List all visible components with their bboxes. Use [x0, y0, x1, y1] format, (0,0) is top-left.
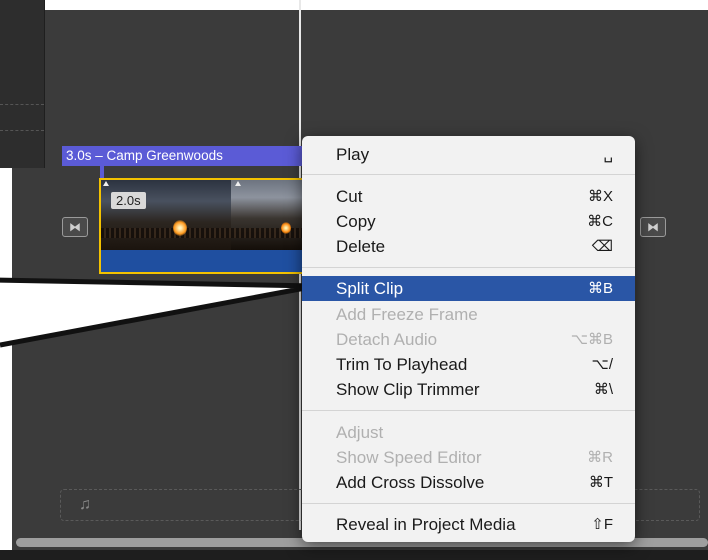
menu-item-label: Delete	[336, 237, 386, 256]
menu-item-label: Adjust	[336, 423, 384, 442]
menu-separator	[302, 503, 635, 504]
menu-item-adjust[interactable]: Adjust	[302, 420, 635, 445]
menu-item-add-cross-dissolve[interactable]: Add Cross Dissolve ⌘T	[302, 470, 635, 495]
menu-item-delete[interactable]: Delete ⌫	[302, 234, 635, 259]
menu-item-play[interactable]: Play ␣	[302, 142, 635, 167]
menu-item-show-clip-trimmer[interactable]: Show Clip Trimmer ⌘\	[302, 377, 635, 402]
menu-item-label: Reveal in Project Media	[336, 515, 516, 534]
menu-separator	[302, 267, 635, 268]
menu-item-shortcut: ⌘X	[587, 188, 613, 205]
panel-divider	[0, 104, 44, 105]
title-clip[interactable]: 3.0s – Camp Greenwoods	[62, 146, 304, 166]
menu-item-shortcut: ⌫	[591, 238, 613, 255]
menu-item-label: Trim To Playhead	[336, 355, 468, 374]
menu-item-label: Split Clip	[336, 279, 404, 298]
clip-thumbnail	[101, 180, 304, 250]
menu-item-shortcut: ⌘T	[588, 474, 613, 491]
menu-item-label: Show Clip Trimmer	[336, 380, 480, 399]
menu-separator	[302, 410, 635, 411]
menu-item-label: Play	[336, 145, 370, 164]
menu-item-label: Detach Audio	[336, 330, 438, 349]
bottom-strip	[0, 550, 708, 560]
panel-divider	[0, 130, 44, 131]
menu-item-shortcut: ⌥/	[591, 356, 613, 373]
campfire-glow	[281, 222, 291, 234]
menu-item-label: Add Freeze Frame	[336, 305, 478, 324]
clip-start-marker	[103, 181, 109, 186]
menu-item-shortcut: ⌘\	[593, 381, 613, 398]
clip-duration-badge: 2.0s	[111, 192, 146, 209]
menu-item-cut[interactable]: Cut ⌘X	[302, 184, 635, 209]
menu-item-add-freeze-frame[interactable]: Add Freeze Frame	[302, 302, 635, 327]
menu-item-show-speed-editor[interactable]: Show Speed Editor ⌘R	[302, 445, 635, 470]
menu-item-shortcut: ⇧F	[591, 516, 613, 533]
menu-item-detach-audio[interactable]: Detach Audio ⌥⌘B	[302, 327, 635, 352]
menu-item-shortcut: ⌘R	[587, 449, 613, 466]
context-menu: Play ␣ Cut ⌘X Copy ⌘C Delete ⌫ Split Cli…	[302, 136, 635, 542]
menu-item-copy[interactable]: Copy ⌘C	[302, 209, 635, 234]
menu-item-label: Copy	[336, 212, 376, 231]
menu-separator	[302, 174, 635, 175]
menu-item-shortcut: ⌘B	[587, 280, 613, 297]
clip-thumbnail	[231, 180, 304, 250]
campfire-glow	[173, 220, 187, 236]
menu-item-shortcut: ⌘C	[587, 213, 613, 230]
transition-icon[interactable]: ⧓	[62, 217, 88, 237]
clip-marker	[235, 181, 241, 186]
music-note-icon: ♫	[79, 496, 91, 513]
menu-item-label: Add Cross Dissolve	[336, 473, 485, 492]
video-clip[interactable]: 2.0s	[99, 178, 304, 274]
menu-item-trim-to-playhead[interactable]: Trim To Playhead ⌥/	[302, 352, 635, 377]
menu-item-label: Show Speed Editor	[336, 448, 482, 467]
menu-item-shortcut: ⌥⌘B	[570, 331, 613, 348]
menu-item-label: Cut	[336, 187, 363, 206]
clip-thumbnail-crowd	[101, 228, 304, 238]
menu-item-shortcut: ␣	[603, 146, 613, 163]
transition-icon[interactable]: ⧓	[640, 217, 666, 237]
menu-item-reveal-in-project-media[interactable]: Reveal in Project Media ⇧F	[302, 512, 635, 537]
menu-item-split-clip[interactable]: Split Clip ⌘B	[302, 276, 635, 301]
left-panel	[0, 0, 45, 168]
title-clip-label: 3.0s – Camp Greenwoods	[66, 148, 223, 163]
